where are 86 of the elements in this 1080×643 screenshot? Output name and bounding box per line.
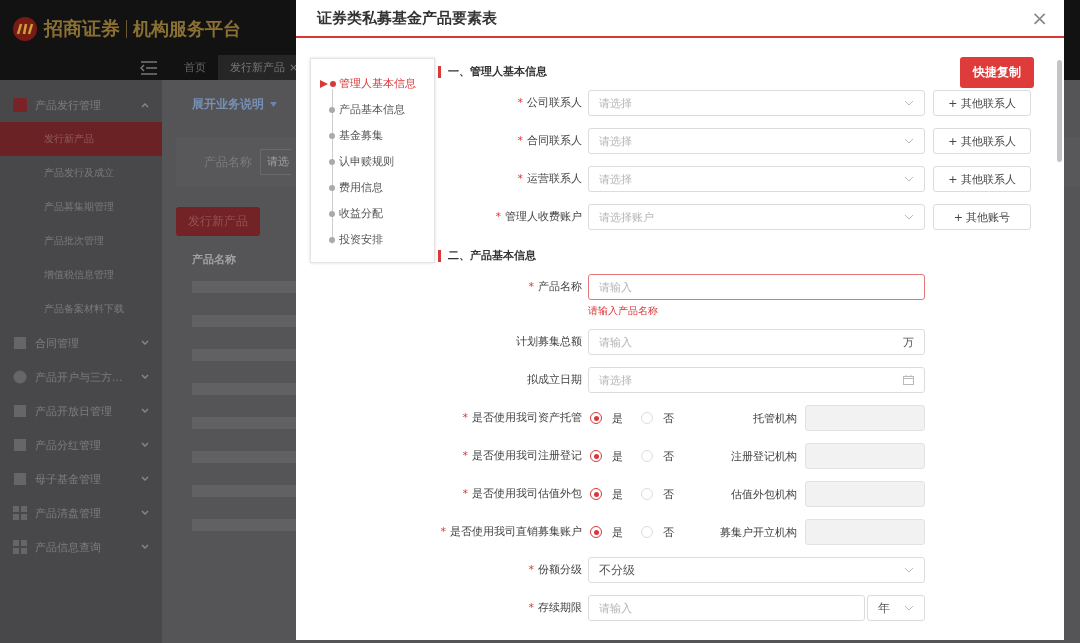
menu-icon	[13, 438, 27, 452]
caret-icon	[270, 102, 277, 107]
field-label: * 份额分级	[527, 562, 582, 578]
brand-name: 招商证券	[44, 16, 120, 41]
section-title: 一、管理人基本信息	[438, 66, 547, 78]
input-field[interactable]: 请输入 万	[588, 329, 925, 355]
add-contact-button[interactable]: + 其他联系人	[933, 128, 1031, 154]
field-label: 拟成立日期	[526, 372, 582, 388]
nav-item[interactable]: 管理人基本信息	[311, 76, 434, 102]
scrollbar-thumb[interactable]	[1057, 60, 1062, 162]
column-header: 产品名称	[192, 252, 236, 267]
field-label: * 存续期限	[527, 600, 582, 616]
logo-icon	[12, 16, 38, 42]
chevron-icon	[141, 544, 149, 550]
calendar-icon	[903, 375, 914, 385]
field-label: 募集户开立机构	[719, 524, 797, 540]
unit-select[interactable]: 年	[867, 595, 925, 621]
dialog-title: 证券类私募基金产品要素表	[317, 8, 497, 28]
page-tab[interactable]: 首页	[172, 55, 218, 80]
chevron-icon	[141, 102, 149, 108]
radio-option[interactable]: 否	[641, 486, 674, 502]
menu-icon	[13, 98, 27, 112]
radio-option[interactable]: 否	[641, 410, 674, 426]
menu-icon	[13, 404, 27, 418]
nav-item[interactable]: 收益分配	[311, 206, 434, 232]
select-field[interactable]: 请选择	[588, 90, 925, 116]
field-label: * 公司联系人	[516, 95, 582, 111]
chevron-icon	[904, 138, 914, 144]
nav-item[interactable]: 费用信息	[311, 180, 434, 206]
select-field[interactable]: 请选择账户	[588, 204, 925, 230]
field-label: * 是否使用我司资产托管	[461, 410, 582, 426]
section-title: 二、产品基本信息	[438, 250, 536, 262]
field-label: 注册登记机构	[730, 448, 797, 464]
radio-option[interactable]: 否	[641, 448, 674, 464]
nav-item[interactable]: 投资安排	[311, 232, 434, 258]
select-field[interactable]: 请选择	[588, 166, 925, 192]
chevron-icon	[141, 510, 149, 516]
field-label: 计划募集总额	[515, 334, 582, 350]
error-message: 请输入产品名称	[588, 304, 659, 317]
radio-option[interactable]: 是	[590, 410, 623, 426]
menu-icon	[13, 506, 27, 520]
menu-icon	[13, 370, 27, 384]
add-contact-button[interactable]: + 其他联系人	[933, 166, 1031, 192]
field-label: * 管理人收费账户	[494, 209, 582, 225]
date-field[interactable]: 请选择	[588, 367, 925, 393]
nav-item[interactable]: 认申赎规则	[311, 154, 434, 180]
field-label: * 运营联系人	[516, 171, 582, 187]
chevron-icon	[904, 605, 914, 611]
field-label: * 是否使用我司注册登记	[461, 448, 582, 464]
menu-icon	[13, 540, 27, 554]
quick-copy-button[interactable]: 快捷复制	[960, 56, 1034, 88]
menu-icon[interactable]	[140, 61, 158, 75]
filter-field[interactable]: 请选	[260, 149, 291, 175]
radio-option[interactable]: 否	[641, 524, 674, 540]
chevron-icon	[904, 214, 914, 220]
toggle-link[interactable]: 展开业务说明	[192, 96, 264, 113]
nav-item[interactable]: 基金募集	[311, 128, 434, 154]
chevron-icon	[141, 374, 149, 380]
chevron-icon	[904, 567, 914, 573]
chevron-icon	[141, 340, 149, 346]
field-label: 估值外包机构	[730, 486, 797, 502]
field-label: * 是否使用我司直销募集账户	[439, 524, 582, 540]
input-field[interactable]: 请输入	[588, 274, 925, 300]
pointer-icon	[320, 80, 337, 88]
radio-option[interactable]: 是	[590, 486, 623, 502]
platform-name: 机构服务平台	[133, 17, 241, 41]
chevron-icon	[904, 100, 914, 106]
add-contact-button[interactable]: + 其他联系人	[933, 90, 1031, 116]
select-field[interactable]: 请选择	[588, 128, 925, 154]
input-field[interactable]: 请输入	[588, 595, 865, 621]
close-button[interactable]: ×	[1031, 6, 1048, 30]
chevron-icon	[141, 408, 149, 414]
chevron-icon	[141, 442, 149, 448]
radio-option[interactable]: 是	[590, 524, 623, 540]
add-contact-button[interactable]: + 其他账号	[933, 204, 1031, 230]
radio-option[interactable]: 是	[590, 448, 623, 464]
chevron-icon	[141, 476, 149, 482]
chevron-icon	[904, 176, 914, 182]
field-label: 托管机构	[752, 410, 797, 426]
select-field[interactable]: 不分级	[588, 557, 925, 583]
menu-icon	[13, 336, 27, 350]
nav-item[interactable]: 产品基本信息	[311, 102, 434, 128]
field-label: * 是否使用我司估值外包	[461, 486, 582, 502]
field-label: * 合同联系人	[516, 133, 582, 149]
field-label: * 产品名称	[527, 279, 582, 295]
menu-icon	[13, 472, 27, 486]
